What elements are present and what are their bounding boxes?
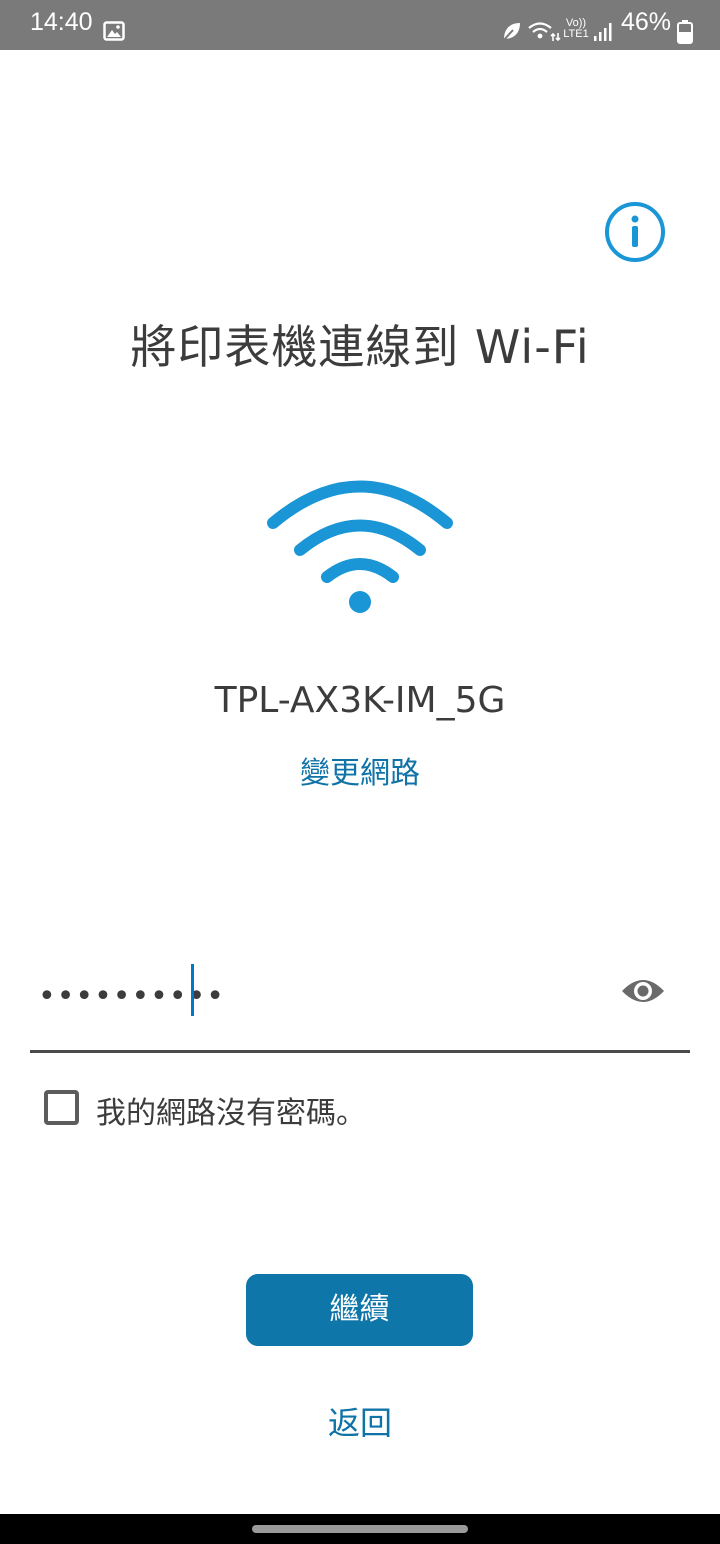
battery-icon	[677, 20, 693, 44]
volte-line2: LTE1	[563, 28, 589, 40]
eye-icon[interactable]	[620, 973, 666, 1009]
status-bar: 14:40 Vo)) LTE1 46%	[0, 0, 720, 50]
continue-button[interactable]: 繼續	[246, 1274, 473, 1346]
battery-percent: 46%	[621, 8, 672, 36]
no-password-label: 我的網路沒有密碼。	[96, 1096, 366, 1131]
text-cursor	[191, 964, 194, 1016]
no-password-checkbox[interactable]	[44, 1090, 79, 1125]
wifi6-icon	[528, 22, 561, 42]
gallery-icon	[103, 21, 125, 41]
wifi-icon	[267, 480, 453, 613]
password-field[interactable]: ••••••••••	[30, 958, 690, 1053]
password-input-value[interactable]: ••••••••••	[38, 979, 225, 1014]
navigation-bar	[0, 1514, 720, 1544]
network-name: TPL-AX3K-IM_5G	[214, 680, 506, 721]
change-network-link[interactable]: 變更網路	[0, 748, 720, 792]
info-icon[interactable]	[604, 201, 666, 263]
page-title: 將印表機連線到 Wi-Fi	[130, 320, 590, 374]
status-time: 14:40	[30, 8, 93, 36]
volte-icon: Vo)) LTE1	[562, 18, 590, 44]
leaf-icon	[502, 23, 520, 42]
signal-icon	[594, 23, 612, 41]
back-link[interactable]: 返回	[0, 1398, 720, 1444]
home-gesture-handle[interactable]	[252, 1525, 468, 1533]
